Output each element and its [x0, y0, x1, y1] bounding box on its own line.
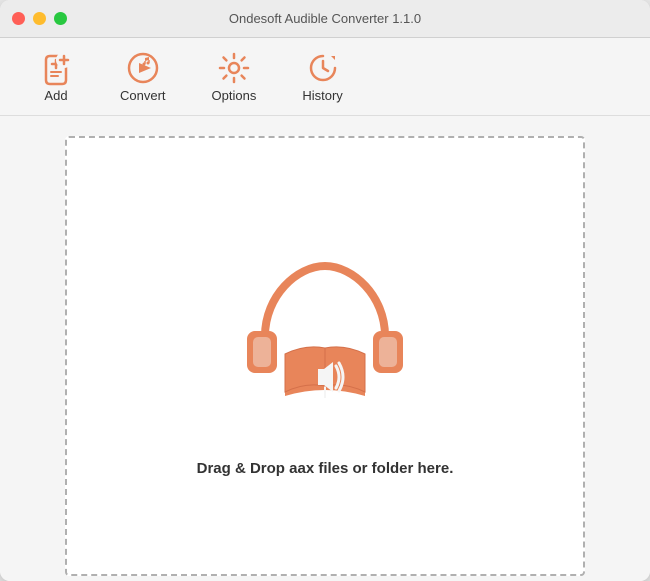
options-icon — [216, 50, 252, 86]
history-label: History — [302, 88, 342, 103]
history-icon — [305, 50, 341, 86]
maximize-button[interactable] — [54, 12, 67, 25]
titlebar: Ondesoft Audible Converter 1.1.0 — [0, 0, 650, 38]
audiobook-icon — [225, 236, 425, 436]
add-label: Add — [44, 88, 67, 103]
toolbar-item-history[interactable]: History — [284, 44, 360, 109]
add-icon — [38, 50, 74, 86]
toolbar-item-convert[interactable]: Convert — [102, 44, 184, 109]
app-window: Ondesoft Audible Converter 1.1.0 Add — [0, 0, 650, 581]
options-label: Options — [212, 88, 257, 103]
drop-label: Drag & Drop aax files or folder here. — [197, 460, 454, 477]
minimize-button[interactable] — [33, 12, 46, 25]
toolbar: Add Convert Options — [0, 38, 650, 116]
convert-icon — [125, 50, 161, 86]
toolbar-item-add[interactable]: Add — [20, 44, 92, 109]
convert-label: Convert — [120, 88, 166, 103]
toolbar-item-options[interactable]: Options — [194, 44, 275, 109]
window-controls — [12, 12, 67, 25]
close-button[interactable] — [12, 12, 25, 25]
main-content: Drag & Drop aax files or folder here. — [0, 116, 650, 581]
drop-zone[interactable]: Drag & Drop aax files or folder here. — [65, 136, 585, 576]
window-title: Ondesoft Audible Converter 1.1.0 — [229, 11, 421, 26]
